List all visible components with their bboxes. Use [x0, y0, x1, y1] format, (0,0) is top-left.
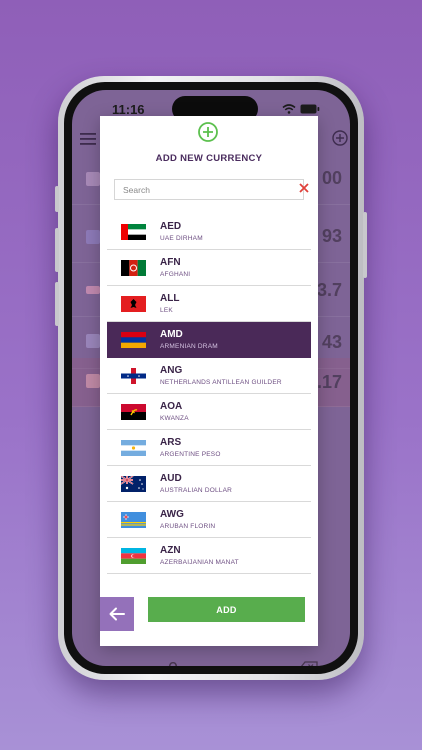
argentina-flag-icon [121, 440, 146, 456]
background-amount: 43 [321, 332, 342, 352]
currency-row-ars[interactable]: ARS ARGENTINE PESO [107, 430, 311, 466]
netherlands-antilles-flag-icon [121, 368, 146, 384]
dialog-title: ADD NEW CURRENCY [155, 153, 263, 164]
currency-name: LEK [160, 307, 173, 314]
currency-row-aoa[interactable]: AOA KWANZA [107, 394, 311, 430]
background-flag-icon [86, 172, 100, 186]
afghanistan-flag-icon [121, 260, 146, 276]
background-amount: 00 [321, 168, 342, 188]
power-button [363, 212, 367, 278]
currency-row-all[interactable]: ALL LEK [107, 286, 311, 322]
currency-name: AUSTRALIAN DOLLAR [160, 487, 233, 494]
currency-row-afn[interactable]: AFN AFGHANI [107, 250, 311, 286]
currency-code: AMD [160, 329, 183, 340]
currency-row-ang[interactable]: ANG NETHERLANDS ANTILLEAN GUILDER [107, 358, 311, 394]
currency-code: AWG [160, 509, 184, 520]
currency-row-awg[interactable]: AWG ARUBAN FLORIN [107, 502, 311, 538]
background-flag-icon [86, 374, 100, 388]
currency-code: AZN [160, 545, 181, 556]
clear-search-icon[interactable] [298, 182, 310, 194]
currency-code: ARS [160, 437, 182, 448]
currency-name: ARUBAN FLORIN [160, 523, 216, 530]
plus-circle-icon [198, 122, 218, 142]
menu-icon[interactable] [80, 133, 96, 145]
currency-name: ARMENIAN DRAM [160, 343, 218, 350]
aruba-flag-icon [121, 512, 146, 528]
back-button[interactable] [100, 597, 134, 631]
add-button[interactable]: ADD [148, 597, 305, 622]
currency-code: AUD [160, 473, 182, 484]
background-flag-icon [86, 334, 100, 348]
currency-code: AOA [160, 401, 183, 412]
background-amount: 3.7 [316, 280, 342, 300]
status-icons [282, 104, 320, 114]
currency-row-aud[interactable]: AUD AUSTRALIAN DOLLAR [107, 466, 311, 502]
volume-up-button [55, 228, 59, 272]
currency-row-aed[interactable]: AED UAE DIRHAM [107, 214, 311, 250]
currency-row-azn[interactable]: AZN AZERBAIJANIAN MANAT [107, 538, 311, 574]
armenia-flag-icon [121, 332, 146, 348]
currency-name: AZERBAIJANIAN MANAT [160, 559, 239, 566]
wifi-icon [282, 104, 296, 114]
keypad-zero-key[interactable]: 0 [168, 659, 178, 666]
azerbaijan-flag-icon [121, 548, 146, 564]
background-flag-icon [86, 230, 100, 244]
background-flag-icon [86, 286, 100, 294]
silent-switch [55, 186, 59, 212]
currency-code: AFN [160, 257, 181, 268]
keypad-dot-key[interactable]: . [240, 659, 245, 666]
battery-icon [300, 104, 320, 114]
currency-name: KWANZA [160, 415, 189, 422]
currency-name: AFGHANI [160, 271, 191, 278]
arrow-left-icon [109, 607, 125, 621]
currency-row-amd-selected[interactable]: AMD ARMENIAN DRAM [107, 322, 311, 358]
background-amount: .17 [316, 372, 342, 392]
currency-name: ARGENTINE PESO [160, 451, 221, 458]
search-box [114, 179, 304, 200]
australia-flag-icon [121, 476, 146, 492]
currency-code: AED [160, 221, 182, 232]
volume-down-button [55, 282, 59, 326]
add-currency-dialog: ADD NEW CURRENCY AED UAE DIRHAM [100, 116, 318, 646]
uae-flag-icon [121, 224, 146, 240]
currency-code: ANG [160, 365, 183, 376]
backspace-icon[interactable] [300, 661, 318, 666]
angola-flag-icon [121, 404, 146, 420]
background-amount: 93 [321, 226, 342, 246]
albania-flag-icon [121, 296, 146, 312]
currency-name: NETHERLANDS ANTILLEAN GUILDER [160, 379, 282, 386]
currency-name: UAE DIRHAM [160, 235, 203, 242]
add-circle-icon[interactable] [332, 130, 348, 146]
status-time: 11:16 [112, 102, 145, 117]
currency-list: AED UAE DIRHAM AFN AFGHANI ALL LEK AMD A… [107, 214, 311, 574]
currency-code: ALL [160, 293, 180, 304]
search-input[interactable] [115, 180, 293, 199]
